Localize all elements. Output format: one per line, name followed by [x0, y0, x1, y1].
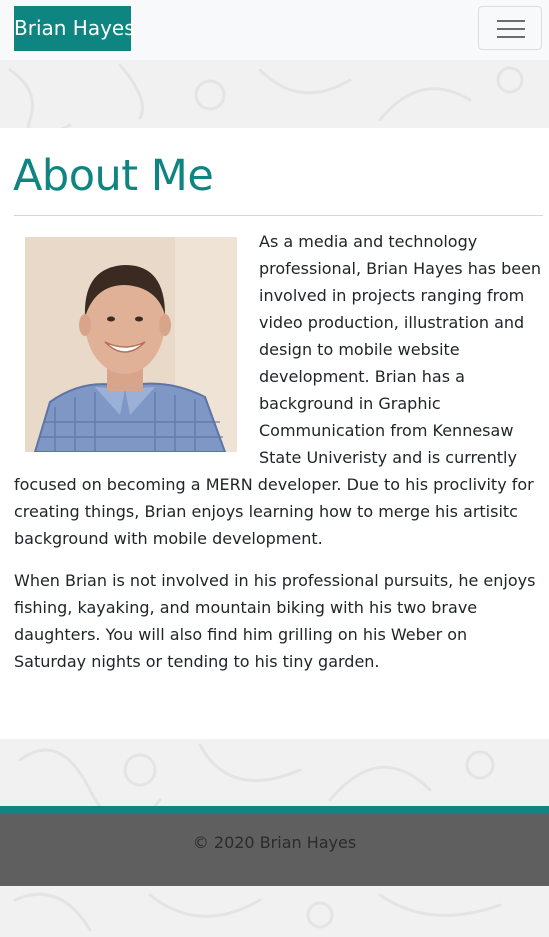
about-paragraph-2: When Brian is not involved in his profes… [14, 571, 536, 671]
about-text: As a media and technology professional, … [14, 228, 544, 690]
title-divider [14, 215, 543, 216]
page-title: About Me [13, 151, 214, 201]
copyright-text: © 2020 Brian Hayes [192, 833, 357, 852]
navbar: Brian Hayes [0, 0, 549, 60]
footer-accent-band [0, 806, 549, 814]
about-paragraph-1: As a media and technology professional, … [14, 232, 542, 548]
brand-link[interactable]: Brian Hayes [14, 6, 135, 51]
navbar-toggle-button[interactable] [478, 6, 542, 50]
